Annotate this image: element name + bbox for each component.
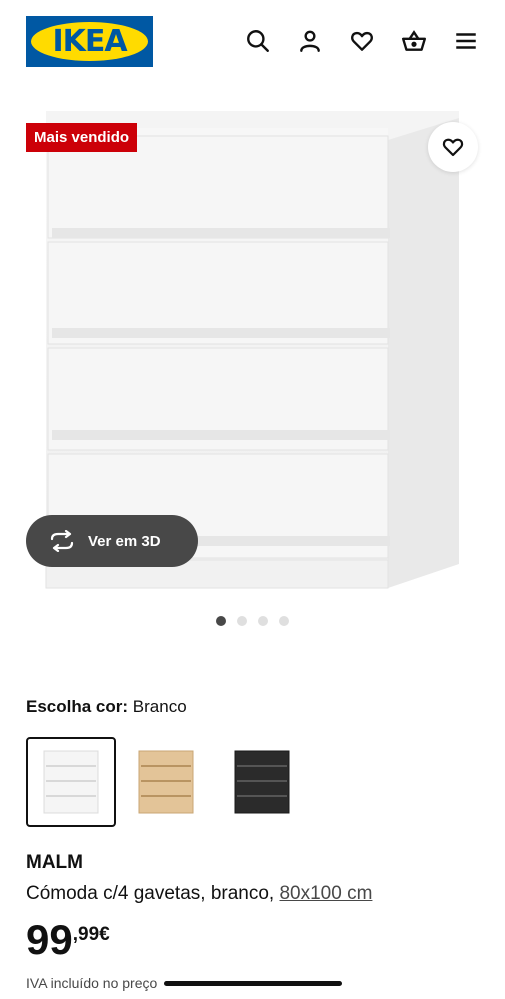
price-decimal: ,99€ — [72, 924, 110, 945]
oak-dresser-thumbnail — [138, 750, 194, 814]
color-swatch-black[interactable] — [217, 737, 307, 827]
home-indicator[interactable] — [164, 981, 342, 986]
product-description: Cómoda c/4 gavetas, branco, 80x100 cm — [26, 883, 372, 905]
color-swatch-white[interactable] — [26, 737, 116, 827]
add-to-favourites-button[interactable] — [428, 122, 478, 172]
view-in-3d-button[interactable]: Ver em 3D — [26, 515, 198, 567]
pagination-dot[interactable] — [279, 616, 289, 626]
black-dresser-thumbnail — [234, 750, 290, 814]
tax-note: IVA incluído no preço — [26, 975, 158, 991]
header: IKEA — [0, 0, 505, 84]
white-dresser-thumbnail — [43, 750, 99, 814]
pagination-dot[interactable] — [237, 616, 247, 626]
color-swatch-oak[interactable] — [121, 737, 211, 827]
basket-icon[interactable] — [399, 26, 429, 56]
user-icon[interactable] — [295, 26, 325, 56]
product-price: 99 ,99€ — [26, 915, 110, 965]
image-pagination — [216, 616, 289, 626]
search-icon[interactable] — [243, 26, 273, 56]
product-description-text: Cómoda c/4 gavetas, branco, — [26, 883, 280, 904]
rotate-3d-icon — [50, 530, 74, 552]
heart-icon — [442, 138, 464, 157]
product-name: MALM — [26, 852, 83, 873]
price-integer: 99 — [26, 916, 73, 963]
selected-color-value: Branco — [132, 697, 187, 716]
pagination-dot[interactable] — [216, 616, 226, 626]
logo-text: IKEA — [52, 24, 127, 59]
heart-icon[interactable] — [347, 26, 377, 56]
color-choice-heading: Escolha cor: — [26, 697, 129, 716]
menu-icon[interactable] — [451, 26, 481, 56]
ikea-logo[interactable]: IKEA — [26, 16, 153, 67]
pagination-dot[interactable] — [258, 616, 268, 626]
bestseller-badge: Mais vendido — [26, 123, 138, 152]
view-in-3d-label: Ver em 3D — [88, 532, 161, 550]
size-link[interactable]: 80x100 cm — [279, 883, 372, 904]
color-choice-label: Escolha cor: Branco — [26, 697, 187, 717]
